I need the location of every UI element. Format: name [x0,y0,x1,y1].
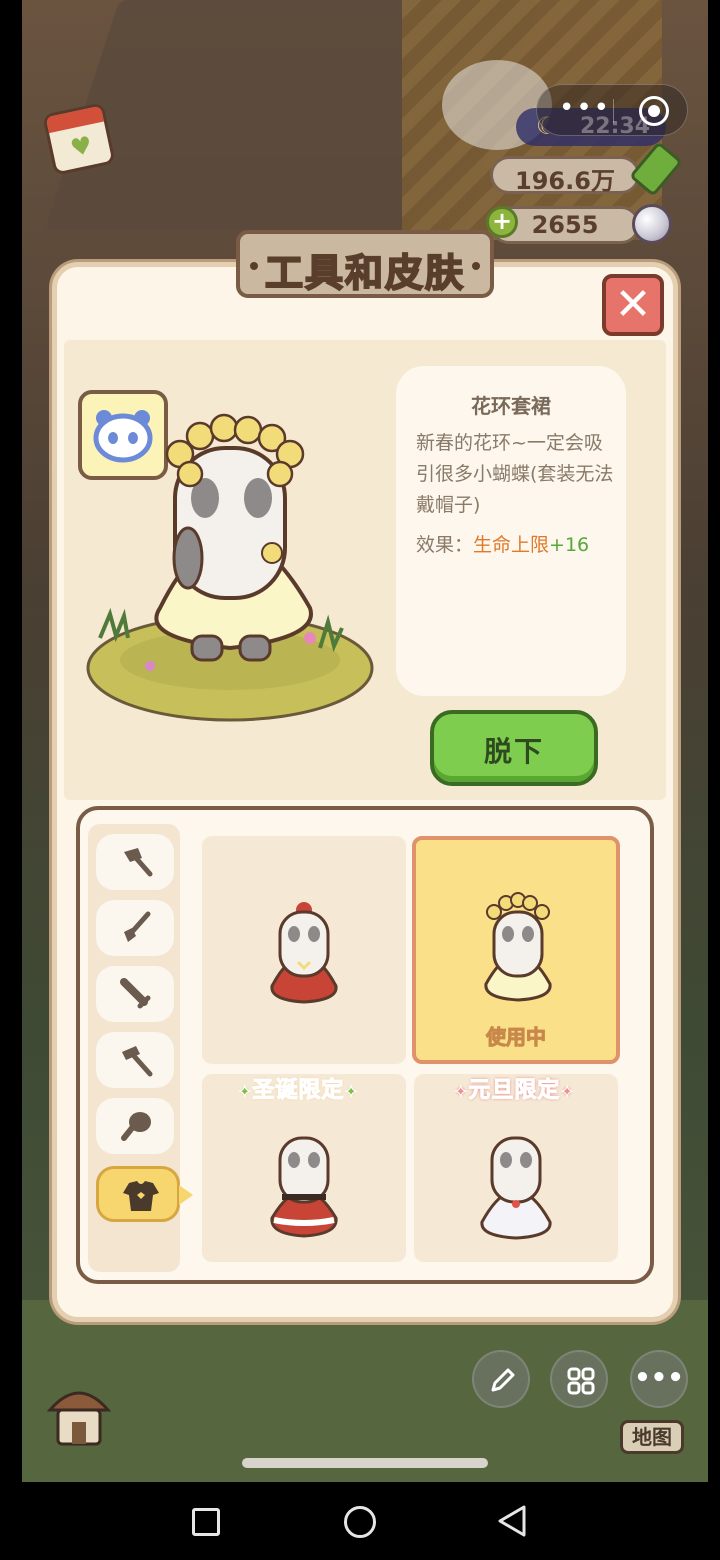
bamboo-counter: 196.6万 [490,156,640,195]
santa-suit-skin-image [270,1136,338,1238]
shovel-icon [124,911,151,942]
home-indicator[interactable] [242,1458,488,1468]
category-tab-hammer[interactable] [96,1032,174,1088]
category-tab-shovel[interactable] [96,900,174,956]
item-name: 花环套裙 [471,394,551,418]
category-tab-meat[interactable] [96,1098,174,1154]
character-preview [86,413,374,722]
pearl-icon [632,204,672,244]
christmas-limited-tag: ✦圣诞限定✦ [237,1078,359,1104]
grid-icon [567,1367,595,1395]
edit-button[interactable] [472,1350,530,1408]
category-tab-clothing[interactable] [96,1166,193,1222]
home-icon[interactable] [344,1506,376,1538]
grid-menu-button[interactable] [550,1350,608,1408]
sword-icon [120,978,151,1009]
more-menu-icon[interactable]: ••• [559,95,611,121]
capsule-divider [613,99,614,123]
home-house-icon[interactable] [46,1380,112,1450]
calendar-icon[interactable]: ♥ [42,102,116,176]
skin-card-flower-dress[interactable]: 使用中 [412,836,620,1064]
map-button[interactable]: 地图 [620,1420,684,1454]
meat-icon [121,1112,151,1141]
pencil-icon [491,1368,515,1392]
bamboo-count: 196.6万 [515,167,615,195]
effect-bonus: +16 [549,534,590,556]
axe-icon [124,848,153,877]
title-pin [472,262,480,270]
unequip-label: 脱下 [483,735,544,768]
game-screen: ♥ ☾ 22:34 196.6万 2655 + ••• 工具和皮肤 ✕ 花环套裙… [0,0,720,1560]
close-icon: ✕ [614,279,652,330]
effect-stat: 生命上限 [473,534,550,556]
white-cape-skin-image [480,1136,552,1240]
dialog-title: 工具和皮肤 [264,250,465,296]
ellipsis-icon: ••• [634,1363,684,1393]
miniprogram-capsule: ••• [536,84,688,136]
item-description: 新春的花环~一定会吸引很多小蝴蝶(套装无法戴帽子) [416,432,614,516]
skin-card-red-dress[interactable] [202,836,406,1064]
close-miniprogram-icon[interactable] [639,96,669,126]
item-effect: 效果：生命上限+16 [416,530,589,557]
back-icon[interactable] [496,1504,528,1538]
dialog-title-plate: 工具和皮肤 [236,230,494,298]
shirt-icon [123,1181,159,1211]
unequip-button[interactable]: 脱下 [430,710,598,786]
christmas-limited-label: 圣诞限定 [252,1078,345,1104]
item-info-card: 花环套裙 新春的花环~一定会吸引很多小蝴蝶(套装无法戴帽子) 效果：生命上限+1… [396,366,626,696]
more-options-button[interactable]: ••• [630,1350,688,1408]
effect-label: 效果： [416,534,474,556]
in-use-label: 使用中 [486,1025,547,1050]
flower-dress-skin-image [484,892,552,1002]
hammer-icon [122,1046,153,1077]
category-tab-axe[interactable] [96,834,174,890]
red-dress-skin-image [270,902,338,1004]
newyear-limited-tag: ✦元旦限定✦ [453,1078,575,1104]
category-tab-sword[interactable] [96,966,174,1022]
recent-apps-icon[interactable] [192,1508,220,1536]
newyear-limited-label: 元旦限定 [468,1078,561,1104]
close-button[interactable]: ✕ [602,274,664,336]
